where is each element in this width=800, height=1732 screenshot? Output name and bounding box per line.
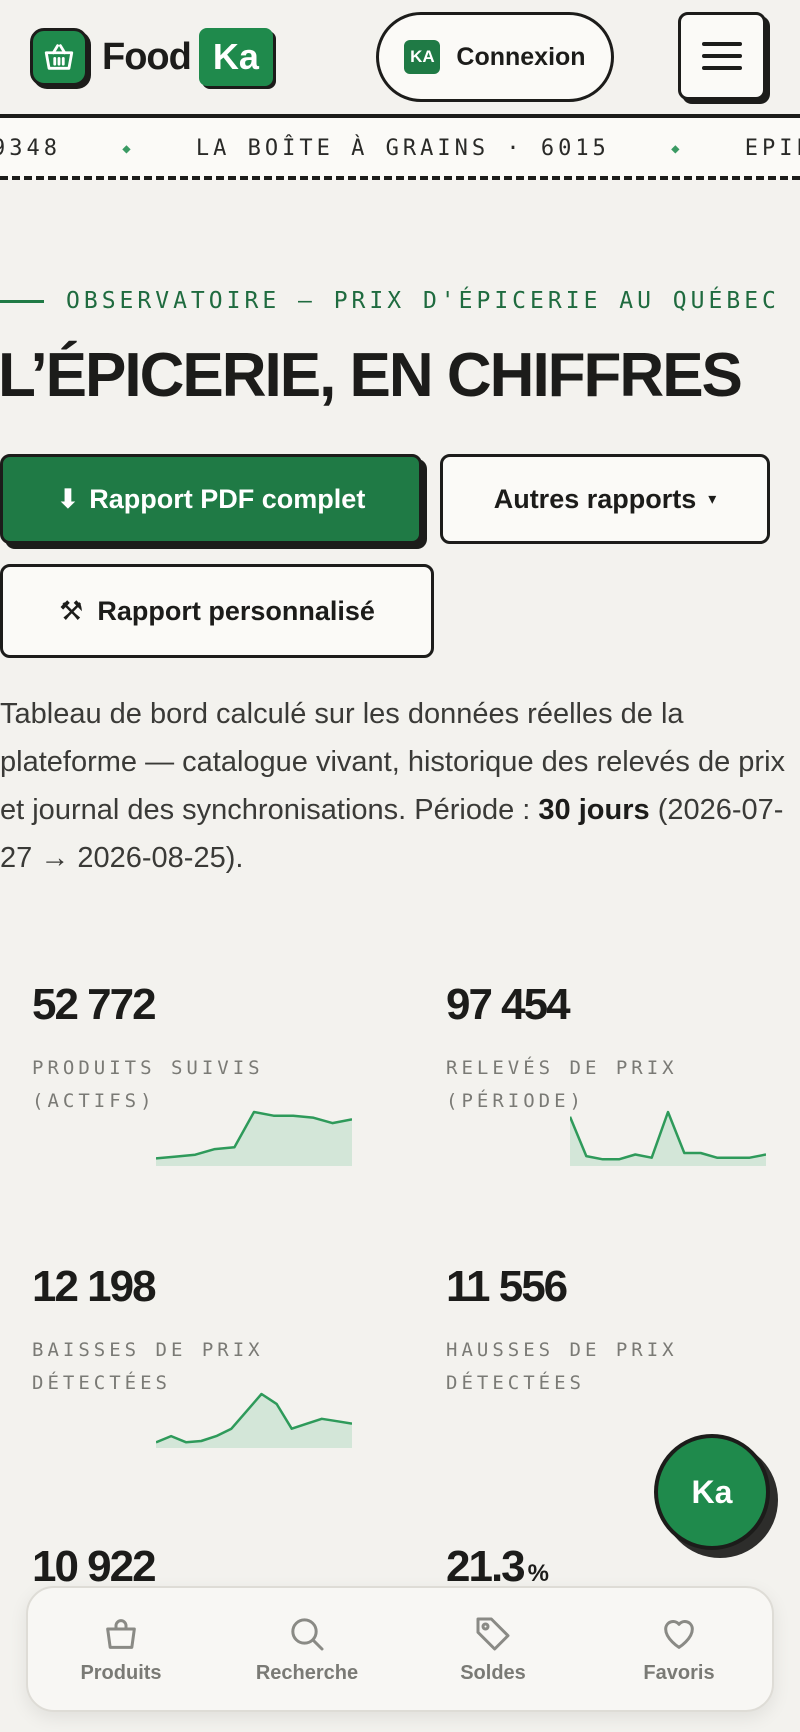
stat-value: 21.3% — [446, 1542, 800, 1592]
stat-label-line: HAUSSES DE PRIX — [446, 1339, 678, 1361]
store-ticker: 9348 ◆ LA BOÎTE À GRAINS · 6015 ◆ EPIPRE… — [0, 114, 800, 180]
other-reports-button[interactable]: Autres rapports ▾ — [440, 454, 770, 544]
login-chip: KA — [404, 40, 441, 74]
tag-icon — [476, 1617, 510, 1650]
sparkline — [570, 1110, 766, 1166]
menu-bar — [702, 66, 742, 70]
custom-report-button[interactable]: ⚒ Rapport personnalisé — [0, 564, 434, 658]
stat-label: RELEVÉS DE PRIX (PÉRIODE) — [446, 1052, 800, 1118]
stat-label-line: DÉTECTÉES — [446, 1372, 585, 1394]
download-icon: ⬇ — [56, 483, 80, 514]
sparkline — [156, 1392, 352, 1448]
eyebrow: OBSERVATOIRE — PRIX D'ÉPICERIE AU QUÉBEC — [0, 288, 780, 314]
ticker-item: LA BOÎTE À GRAINS · 6015 — [195, 136, 610, 161]
stat-card: 21.3% — [446, 1542, 800, 1592]
stat-value: 97 454 — [446, 980, 571, 1029]
stat-label-line: BAISSES DE PRIX — [32, 1339, 264, 1361]
custom-report-label: Rapport personnalisé — [97, 595, 375, 626]
login-label: Connexion — [456, 42, 586, 71]
stat-label: BAISSES DE PRIX DÉTECTÉES — [32, 1334, 392, 1400]
stat-value: 12 198 — [32, 1262, 157, 1311]
ticker-item: 9348 — [0, 136, 61, 161]
ticker-item: EPIPRESTO · — [744, 136, 800, 161]
download-pdf-button[interactable]: ⬇ Rapport PDF complet — [0, 454, 422, 544]
logo-word: Food — [102, 35, 192, 78]
tools-icon: ⚒ — [59, 595, 84, 626]
basket-logo-icon — [30, 28, 88, 86]
nav-label: Favoris — [643, 1661, 715, 1684]
nav-item-favorites[interactable]: Favoris — [594, 1614, 764, 1685]
login-button[interactable]: KA Connexion — [376, 12, 614, 102]
nav-item-sales[interactable]: Soldes — [408, 1614, 578, 1685]
stat-card: 11 556 HAUSSES DE PRIX DÉTECTÉES — [446, 1262, 800, 1400]
stat-card: 97 454 RELEVÉS DE PRIX (PÉRIODE) — [446, 980, 800, 1118]
nav-item-search[interactable]: Recherche — [222, 1614, 392, 1685]
menu-bar — [702, 54, 742, 58]
nav-label: Recherche — [255, 1661, 359, 1684]
stat-label-line: RELEVÉS DE PRIX — [446, 1057, 678, 1079]
menu-bar — [702, 42, 742, 46]
caret-down-icon: ▾ — [708, 491, 717, 508]
hamburger-menu-button[interactable] — [678, 12, 766, 100]
eyebrow-line — [0, 299, 44, 303]
heart-icon — [664, 1619, 694, 1649]
desc-period: 30 jours — [538, 794, 650, 826]
stat-card: 12 198 BAISSES DE PRIX DÉTECTÉES — [32, 1262, 392, 1400]
stat-label: PRODUITS SUIVIS (ACTIFS) — [32, 1052, 392, 1118]
stat-value: 11 556 — [446, 1262, 568, 1311]
sparkline — [156, 1110, 352, 1166]
app-header: Food Ka KA Connexion — [0, 0, 800, 116]
stat-label: HAUSSES DE PRIX DÉTECTÉES — [446, 1334, 800, 1400]
stat-value: 52 772 — [32, 980, 157, 1029]
nav-label: Soldes — [460, 1661, 526, 1684]
stat-unit: % — [527, 1560, 549, 1587]
diamond-icon: ◆ — [671, 141, 684, 157]
assistant-fab-button[interactable]: Ka — [654, 1434, 770, 1550]
page-title: L’ÉPICERIE, EN CHIFFRES — [0, 341, 743, 410]
diamond-icon: ◆ — [122, 141, 135, 157]
eyebrow-text: OBSERVATOIRE — PRIX D'ÉPICERIE AU QUÉBEC — [66, 288, 780, 314]
other-reports-label: Autres rapports — [493, 483, 697, 514]
stat-value: 10 922 — [32, 1542, 157, 1591]
ticker-track: 9348 ◆ LA BOÎTE À GRAINS · 6015 ◆ EPIPRE… — [0, 136, 800, 161]
logo-ka: Ka — [198, 28, 273, 86]
stat-label-line: PRODUITS SUIVIS — [32, 1057, 264, 1079]
download-pdf-label: Rapport PDF complet — [89, 483, 366, 514]
nav-label: Produits — [80, 1661, 162, 1684]
bottom-nav: Produits Recherche Soldes Favoris — [26, 1586, 774, 1712]
stat-card: 52 772 PRODUITS SUIVIS (ACTIFS) — [32, 980, 392, 1118]
page-description: Tableau de bord calculé sur les données … — [0, 690, 790, 882]
stat-card: 10 922 — [32, 1542, 392, 1592]
stat-number: 21.3 — [446, 1542, 526, 1591]
basket-icon — [106, 1618, 136, 1649]
nav-item-products[interactable]: Produits — [36, 1614, 206, 1685]
search-icon — [291, 1617, 324, 1650]
logo[interactable]: Food Ka — [30, 28, 273, 86]
